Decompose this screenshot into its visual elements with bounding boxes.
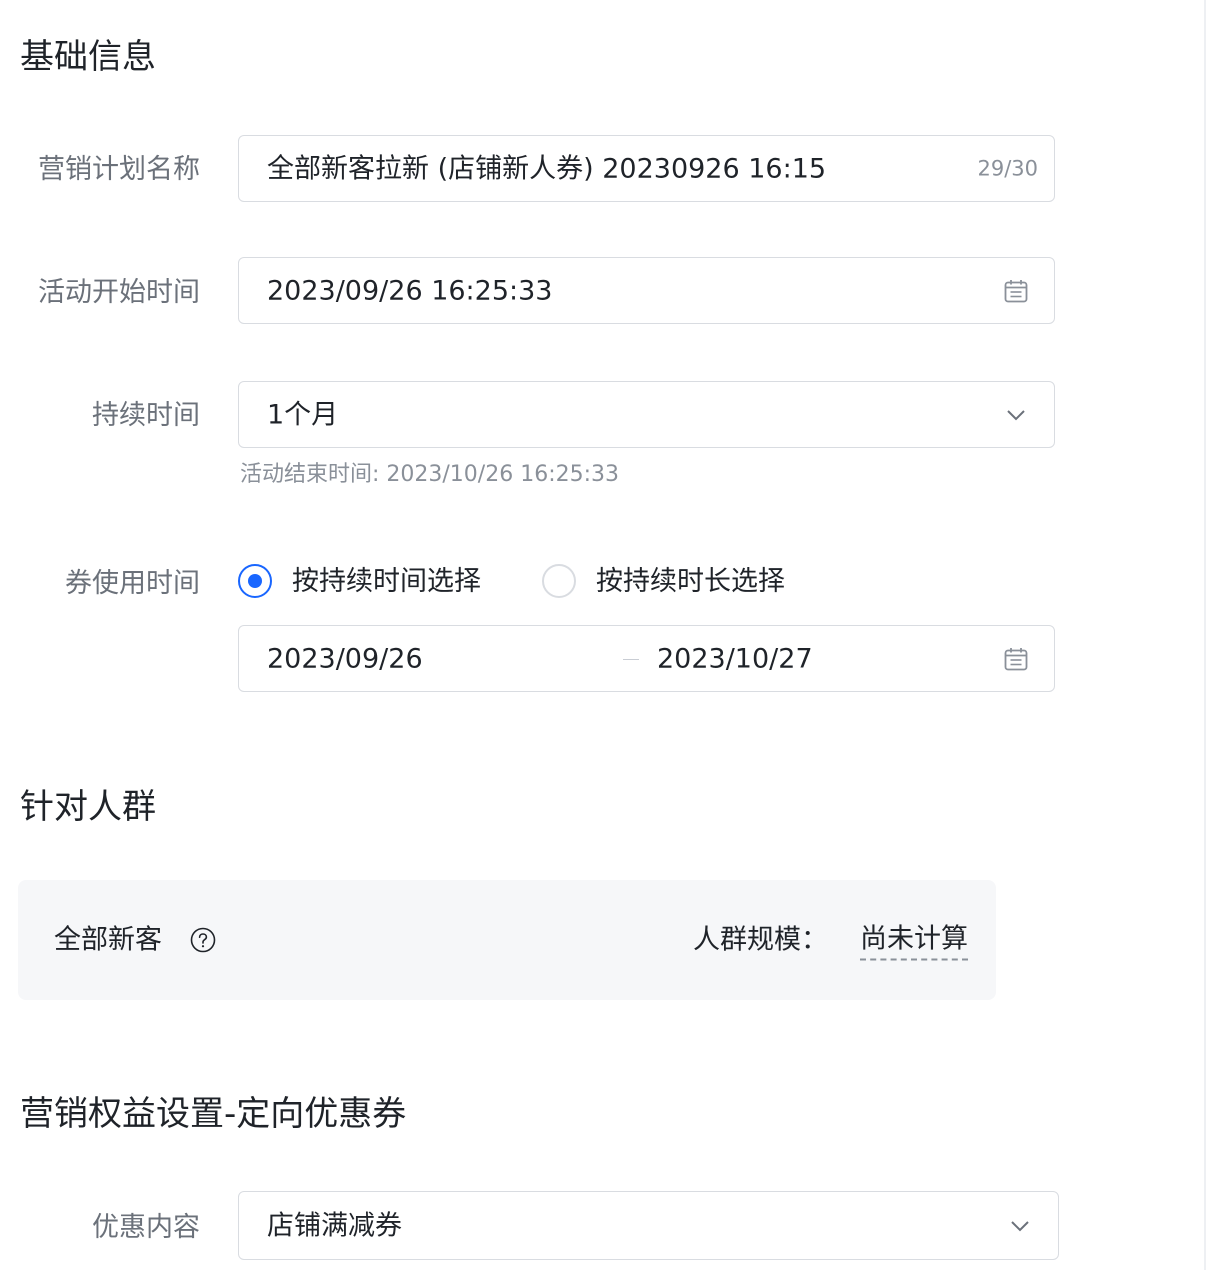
coupon-date-range-picker[interactable]: 2023/09/26 2023/10/27: [238, 625, 1055, 692]
plan-name-label: 营销计划名称: [38, 154, 200, 185]
radio-by-duration-length[interactable]: [542, 564, 576, 598]
section-title-basic-info: 基础信息: [20, 37, 156, 77]
benefit-content-value: 店铺满减券: [267, 1210, 402, 1241]
chevron-down-icon: [1007, 409, 1025, 420]
chevron-down-icon: [1011, 1220, 1029, 1231]
duration-select[interactable]: 1个月: [238, 381, 1055, 448]
crowd-card: 全部新客 人群规模： 尚未计算: [18, 880, 996, 1000]
start-time-label: 活动开始时间: [38, 277, 200, 308]
start-time-picker[interactable]: 2023/09/26 16:25:33: [238, 257, 1055, 324]
duration-label: 持续时间: [92, 400, 200, 431]
plan-name-value: 全部新客拉新 (店铺新人券) 20230926 16:15: [267, 153, 827, 184]
coupon-time-label: 券使用时间: [65, 568, 200, 599]
range-end-date[interactable]: 2023/10/27: [657, 645, 813, 672]
radio-label-by-duration-length[interactable]: 按持续时长选择: [596, 568, 785, 595]
question-circle-icon[interactable]: [190, 927, 216, 953]
plan-name-input[interactable]: 全部新客拉新 (店铺新人券) 20230926 16:15 29/30: [238, 135, 1055, 202]
radio-label-by-duration-time[interactable]: 按持续时间选择: [292, 568, 481, 595]
benefit-content-label: 优惠内容: [92, 1212, 200, 1243]
range-start-date[interactable]: 2023/09/26: [267, 645, 423, 672]
section-title-benefit-settings: 营销权益设置-定向优惠券: [20, 1094, 407, 1134]
section-title-target-crowd: 针对人群: [20, 787, 156, 827]
activity-end-time-hint: 活动结束时间: 2023/10/26 16:25:33: [240, 462, 620, 487]
calendar-icon[interactable]: [1002, 277, 1030, 305]
benefit-content-select[interactable]: 店铺满减券: [238, 1191, 1059, 1260]
plan-name-counter: 29/30: [977, 156, 1038, 180]
radio-by-duration-time[interactable]: [238, 564, 272, 598]
start-time-value: 2023/09/26 16:25:33: [267, 275, 553, 306]
calendar-icon[interactable]: [1002, 645, 1030, 673]
crowd-scale-label: 人群规模：: [693, 924, 828, 956]
crowd-name: 全部新客: [54, 924, 162, 956]
duration-value: 1个月: [267, 399, 339, 430]
crowd-scale-value[interactable]: 尚未计算: [860, 926, 968, 961]
marketing-plan-form: 基础信息 营销计划名称 全部新客拉新 (店铺新人券) 20230926 16:1…: [0, 0, 1206, 1270]
range-separator: [623, 658, 639, 660]
